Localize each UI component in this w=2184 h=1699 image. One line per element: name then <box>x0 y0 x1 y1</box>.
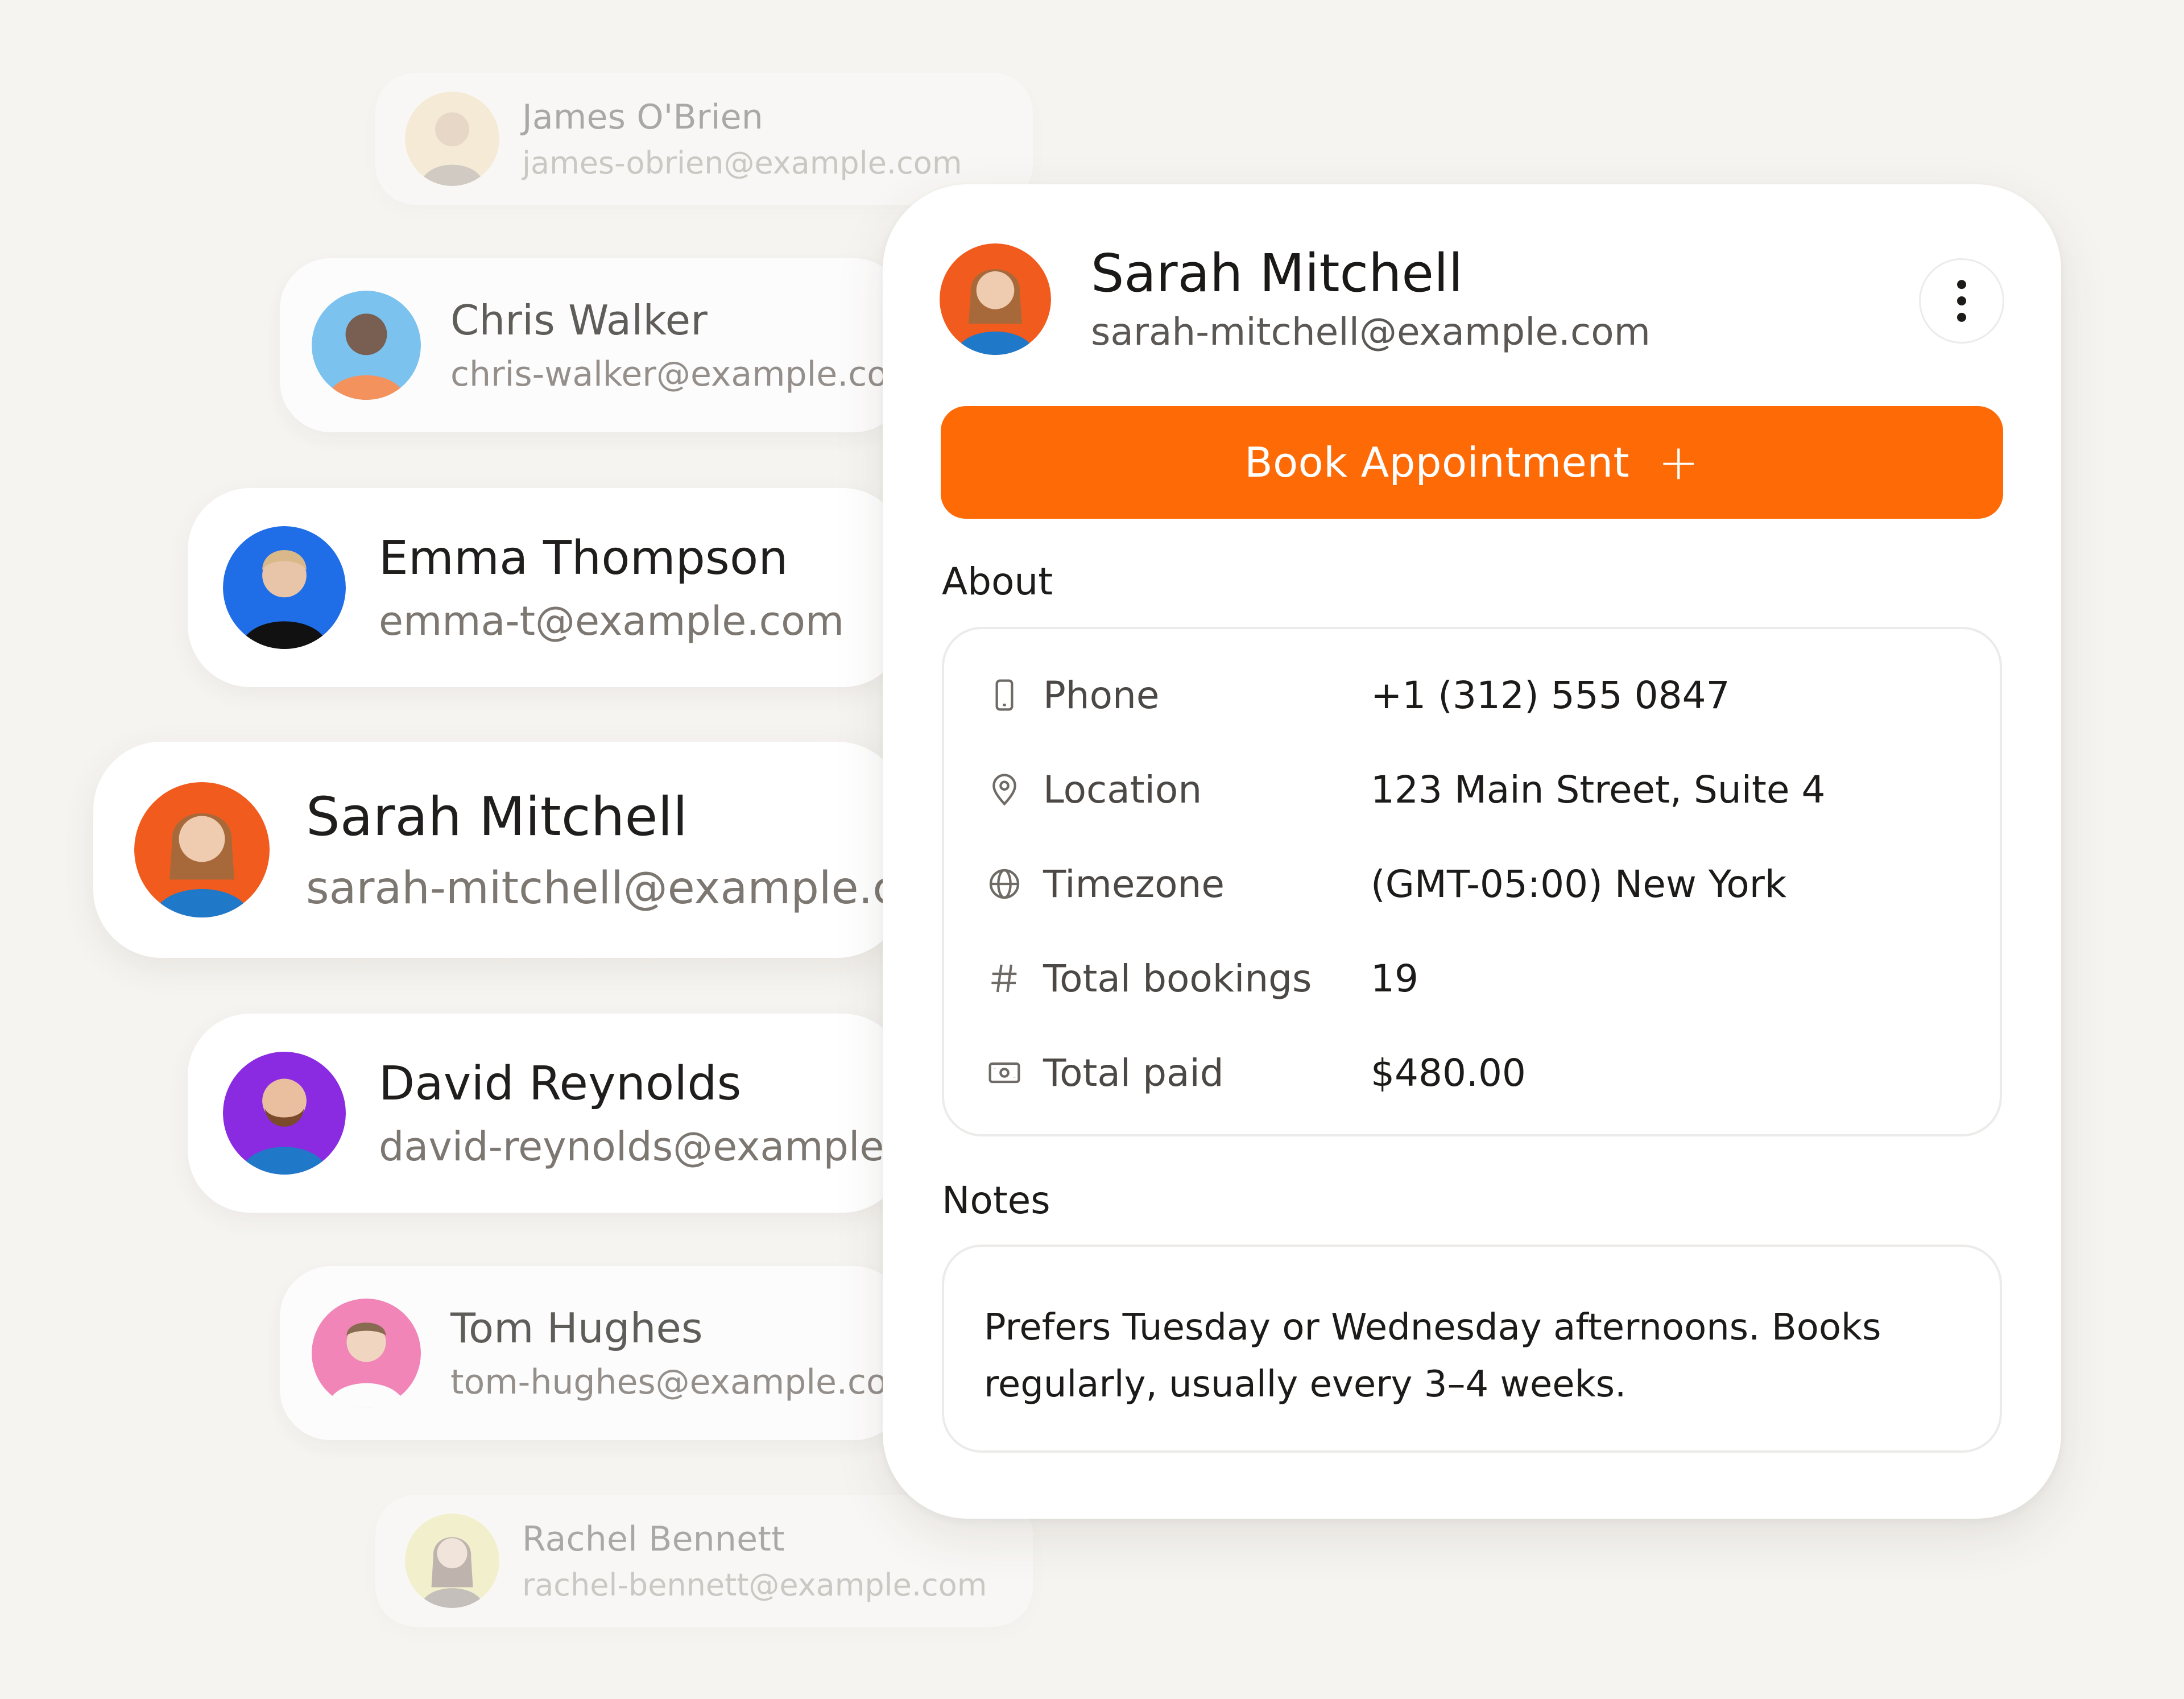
contact-name: David Reynolds <box>379 1056 742 1111</box>
plus-icon: + <box>1658 434 1699 491</box>
contact-email: emma-t@example.com <box>379 597 845 644</box>
contact-email: tom-hughes@example.com <box>450 1362 905 1402</box>
hash-icon <box>984 958 1025 999</box>
phone-icon <box>984 675 1025 716</box>
more-vertical-icon <box>1957 280 1966 322</box>
about-row-total-bookings: Total bookings 19 <box>984 950 1962 1007</box>
about-row-phone: Phone +1 (312) 555 0847 <box>984 667 1962 724</box>
about-value: +1 (312) 555 0847 <box>1371 673 1730 717</box>
about-row-timezone: Timezone (GMT-05:00) New York <box>984 855 1962 912</box>
more-options-button[interactable] <box>1919 258 2004 344</box>
contact-email: david-reynolds@example.com <box>379 1123 905 1170</box>
detail-name: Sarah Mitchell <box>1091 242 1463 304</box>
about-label: Timezone <box>1043 862 1225 906</box>
contact-card-sarah-mitchell[interactable]: Sarah Mitchell sarah-mitchell@example.co… <box>93 742 905 958</box>
avatar <box>134 782 270 917</box>
about-value: (GMT-05:00) New York <box>1371 862 1787 906</box>
avatar <box>405 92 499 186</box>
about-heading: About <box>942 560 1053 603</box>
detail-header: Sarah Mitchell sarah-mitchell@example.co… <box>940 243 2004 355</box>
contact-card-rachel-bennett[interactable]: Rachel Bennett rachel-bennett@example.co… <box>375 1495 1033 1627</box>
contact-name: James O'Brien <box>522 97 763 137</box>
about-row-location: Location 123 Main Street, Suite 4 <box>984 761 1962 818</box>
about-box: Phone +1 (312) 555 0847 Location 123 Mai… <box>942 627 2002 1136</box>
book-appointment-label: Book Appointment <box>1244 439 1630 486</box>
notes-box[interactable]: Prefers Tuesday or Wednesday afternoons.… <box>942 1245 2002 1453</box>
contact-name: Rachel Bennett <box>522 1519 785 1559</box>
about-label: Phone <box>1043 673 1160 717</box>
contact-name: Emma Thompson <box>379 531 788 585</box>
about-value: 19 <box>1371 956 1418 1001</box>
contact-email: james-obrien@example.com <box>522 144 962 181</box>
book-appointment-button[interactable]: Book Appointment + <box>941 406 2003 519</box>
contact-card-david-reynolds[interactable]: David Reynolds david-reynolds@example.co… <box>188 1014 905 1213</box>
contact-card-tom-hughes[interactable]: Tom Hughes tom-hughes@example.com <box>280 1266 905 1440</box>
about-value: 123 Main Street, Suite 4 <box>1371 767 1826 812</box>
contact-card-emma-thompson[interactable]: Emma Thompson emma-t@example.com <box>188 488 905 687</box>
detail-email: sarah-mitchell@example.com <box>1091 310 1651 354</box>
notes-text: Prefers Tuesday or Wednesday afternoons.… <box>984 1307 1881 1406</box>
avatar <box>223 1052 346 1175</box>
contact-card-chris-walker[interactable]: Chris Walker chris-walker@example.com <box>280 258 905 432</box>
avatar <box>405 1514 499 1608</box>
contact-email: rachel-bennett@example.com <box>522 1566 987 1603</box>
about-label: Location <box>1043 767 1202 812</box>
contact-detail-panel: Sarah Mitchell sarah-mitchell@example.co… <box>883 184 2061 1519</box>
notes-heading: Notes <box>942 1179 1050 1222</box>
about-row-total-paid: Total paid $480.00 <box>984 1044 1962 1101</box>
contact-email: chris-walker@example.com <box>450 354 905 394</box>
location-pin-icon <box>984 769 1025 810</box>
contact-name: Sarah Mitchell <box>306 786 688 848</box>
about-label: Total paid <box>1043 1051 1224 1095</box>
contact-card-james-obrien[interactable]: James O'Brien james-obrien@example.com <box>375 73 1033 205</box>
avatar <box>940 243 1051 355</box>
avatar <box>312 291 421 400</box>
about-label: Total bookings <box>1043 956 1312 1001</box>
contact-name: Tom Hughes <box>450 1304 703 1352</box>
contact-email: sarah-mitchell@example.com <box>306 862 905 914</box>
globe-icon <box>984 863 1025 904</box>
avatar <box>223 526 346 649</box>
about-value: $480.00 <box>1371 1051 1526 1095</box>
avatar <box>312 1299 421 1408</box>
cash-icon <box>984 1052 1025 1093</box>
contact-name: Chris Walker <box>450 296 708 344</box>
